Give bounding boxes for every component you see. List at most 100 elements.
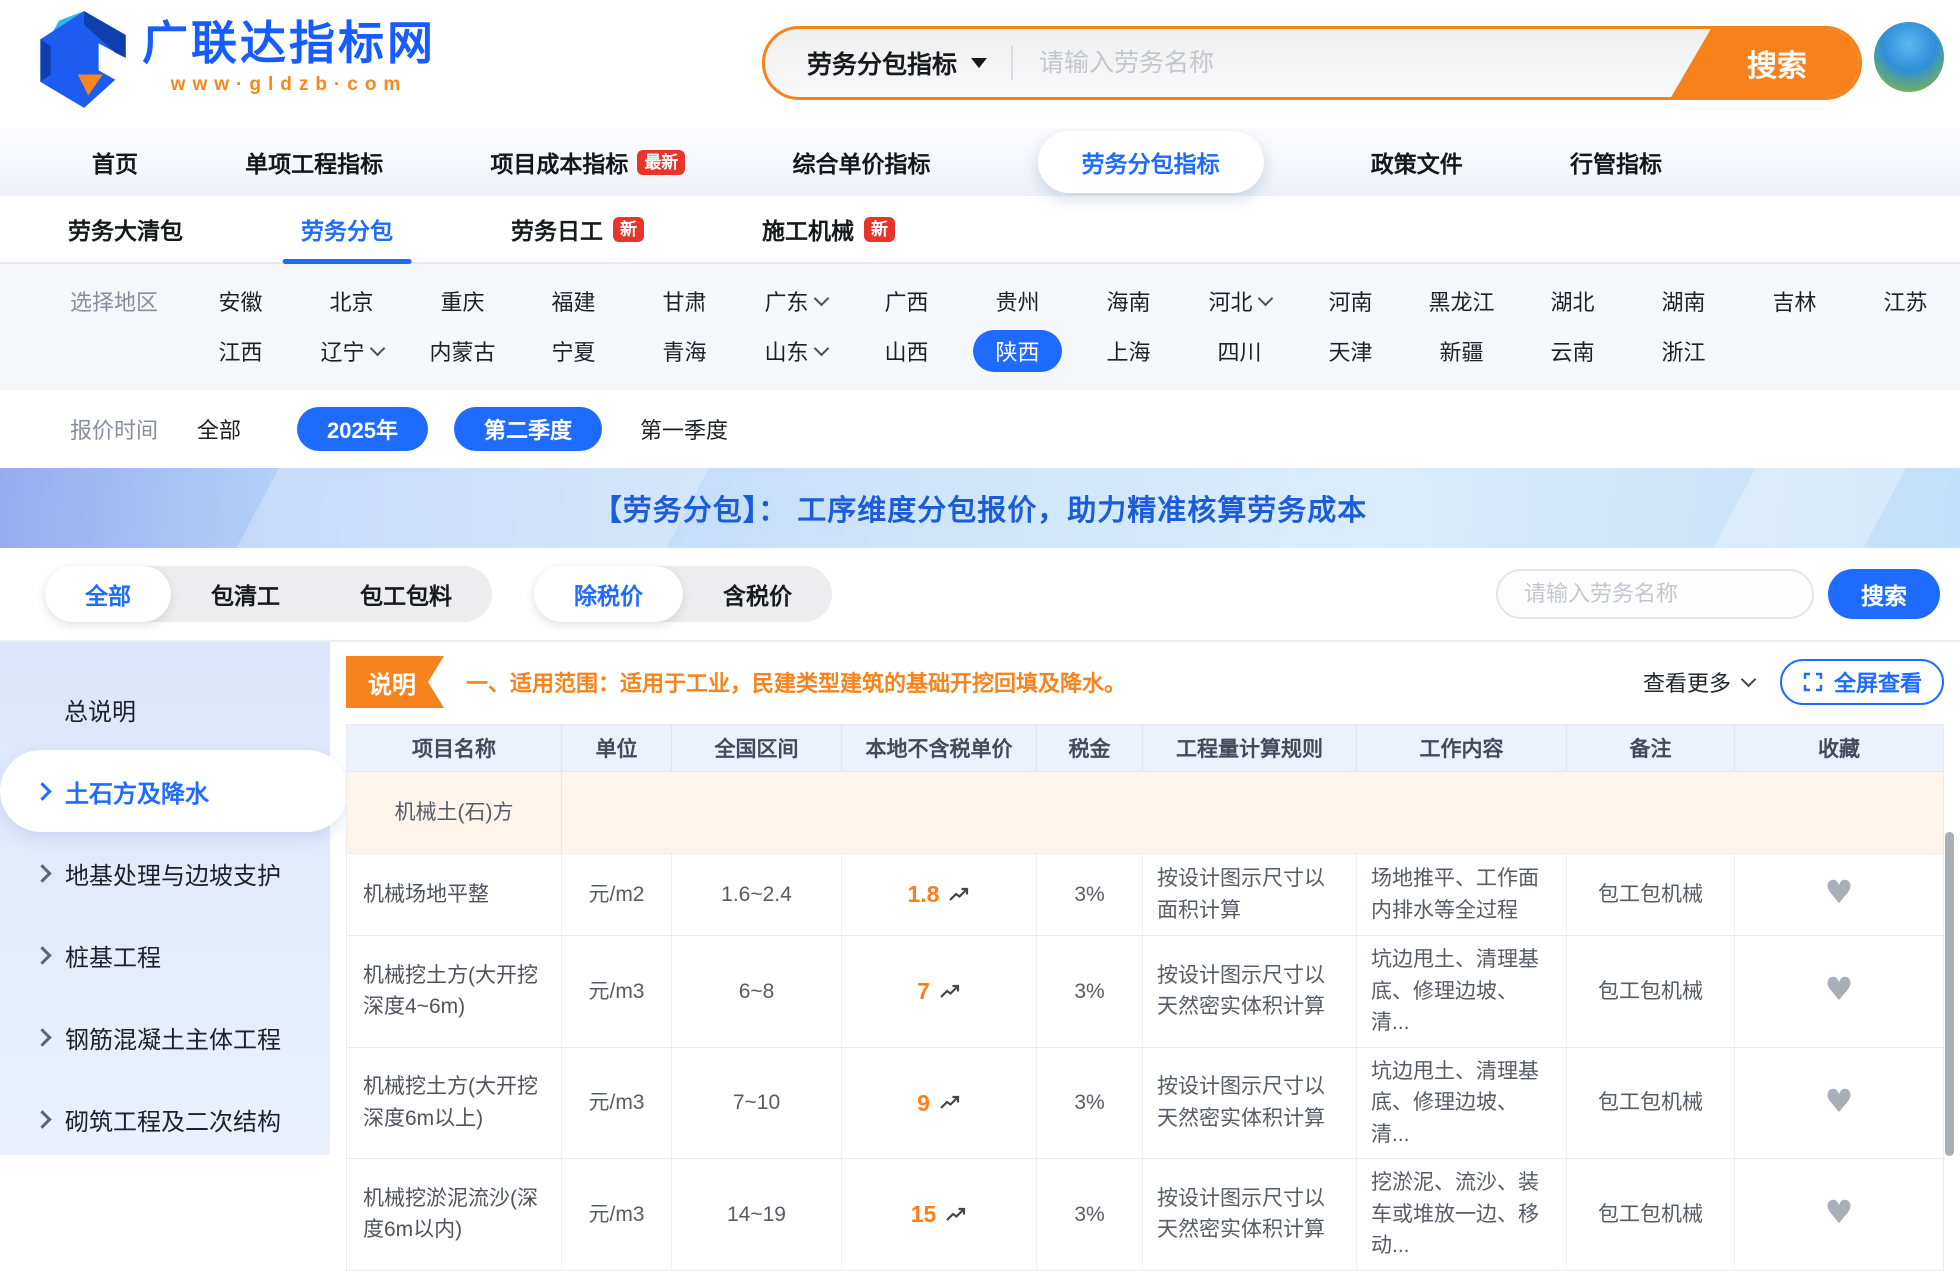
time-option[interactable]: 第二季度 [454, 407, 602, 451]
region-item[interactable]: 上海 [1073, 329, 1184, 373]
logo-text: 广联达指标网 www·gldzb·com [142, 16, 436, 96]
tax-tab[interactable]: 含税价 [683, 566, 832, 622]
favorite-icon[interactable]: ♥ [1825, 970, 1854, 1008]
sidebar-item-0[interactable]: 总说明 [0, 668, 330, 750]
cell-note: 包工包机械 [1567, 854, 1735, 936]
favorite-icon[interactable]: ♥ [1825, 1082, 1854, 1120]
region-item-label: 黑龙江 [1428, 285, 1494, 317]
region-item[interactable]: 江苏 [1850, 279, 1960, 323]
local-price: 7 [917, 974, 961, 1009]
region-item[interactable]: 广西 [851, 279, 962, 323]
region-item-label: 新疆 [1439, 335, 1483, 367]
scope-tab[interactable]: 包工包料 [320, 566, 492, 622]
nav-item-6[interactable]: 行管指标 [1570, 145, 1662, 179]
list-search-input[interactable] [1496, 569, 1814, 619]
nav-item-3[interactable]: 综合单价指标 [792, 145, 930, 179]
time-option[interactable]: 第一季度 [628, 407, 740, 451]
region-item[interactable]: 江西 [185, 329, 296, 373]
region-item-label: 北京 [329, 285, 373, 317]
region-item-label: 湖南 [1661, 285, 1705, 317]
list-search-button[interactable]: 搜索 [1828, 569, 1940, 619]
region-item[interactable]: 河北 [1184, 279, 1295, 323]
table-body: 机械土(石)方机械场地平整元/m21.6~2.41.8 3%按设计图示尺寸以面积… [347, 772, 1944, 1271]
region-item[interactable]: 重庆 [407, 279, 518, 323]
region-item[interactable]: 天津 [1295, 329, 1406, 373]
region-item[interactable]: 北京 [296, 279, 407, 323]
nav-item-2[interactable]: 项目成本指标最新 [490, 145, 685, 179]
region-item-label: 内蒙古 [429, 335, 495, 367]
region-item-label: 河北 [1208, 285, 1252, 317]
sidebar-item-label: 砌筑工程及二次结构 [65, 1102, 281, 1137]
region-item[interactable]: 山东 [740, 329, 851, 373]
subnav-item-3[interactable]: 施工机械新 [762, 196, 895, 262]
nav-item-5[interactable]: 政策文件 [1371, 145, 1463, 179]
region-item[interactable]: 湖南 [1628, 279, 1739, 323]
region-item[interactable]: 辽宁 [296, 329, 407, 373]
region-item[interactable]: 黑龙江 [1406, 279, 1517, 323]
region-item-label: 甘肃 [662, 285, 706, 317]
banner-text: 【劳务分包】： 工序维度分包报价，助力精准核算劳务成本 [593, 487, 1368, 529]
time-option[interactable]: 2025年 [297, 407, 428, 451]
sidebar-item-4[interactable]: 钢筋混凝土主体工程 [0, 996, 330, 1078]
sidebar-item-1[interactable]: 土石方及降水 [0, 750, 348, 832]
scope-tab[interactable]: 包清工 [171, 566, 320, 622]
region-item[interactable]: 河南 [1295, 279, 1406, 323]
region-item[interactable]: 浙江 [1628, 329, 1739, 373]
site-logo[interactable]: 广联达指标网 www·gldzb·com [30, 8, 436, 112]
scope-tab[interactable]: 全部 [45, 566, 171, 622]
cell-work: 坑边甩土、清理基底、修理边坡、清... [1357, 1047, 1567, 1159]
search-category-label: 劳务分包指标 [807, 45, 957, 81]
sidebar-item-5[interactable]: 砌筑工程及二次结构 [0, 1078, 330, 1160]
region-item[interactable]: 新疆 [1406, 329, 1517, 373]
region-item-label: 吉林 [1772, 285, 1816, 317]
subnav-item-0[interactable]: 劳务大清包 [68, 196, 183, 262]
region-item[interactable]: 安徽 [185, 279, 296, 323]
region-item[interactable]: 甘肃 [629, 279, 740, 323]
time-option[interactable]: 全部 [185, 407, 253, 451]
cell-fav: ♥ [1735, 854, 1944, 936]
region-item[interactable]: 青海 [629, 329, 740, 373]
fullscreen-button[interactable]: 全屏查看 [1780, 659, 1944, 705]
region-item[interactable]: 陕西 [973, 330, 1062, 372]
chevron-down-icon [813, 290, 829, 306]
region-item[interactable]: 福建 [518, 279, 629, 323]
view-more-label: 查看更多 [1643, 666, 1731, 698]
region-item[interactable]: 吉林 [1739, 279, 1850, 323]
region-item[interactable]: 湖北 [1517, 279, 1628, 323]
header-search-button[interactable]: 搜索 [1670, 27, 1860, 99]
region-item[interactable]: 山西 [851, 329, 962, 373]
region-item-label: 陕西 [995, 335, 1039, 367]
column-header: 工作内容 [1357, 725, 1567, 772]
region-item[interactable]: 云南 [1517, 329, 1628, 373]
sidebar-item-2[interactable]: 地基处理与边坡支护 [0, 832, 330, 914]
nav-item-0[interactable]: 首页 [92, 145, 138, 179]
table-row: 机械挖土方(大开挖深度6m以上)元/m37~109 3%按设计图示尺寸以天然密实… [347, 1047, 1944, 1159]
region-item[interactable]: 宁夏 [518, 329, 629, 373]
time-filter-section: 报价时间 全部2025年第二季度第一季度 [0, 390, 1960, 468]
vertical-scrollbar[interactable] [1945, 832, 1954, 1156]
user-avatar[interactable] [1874, 22, 1944, 92]
tax-tab-group: 除税价含税价 [534, 566, 832, 622]
region-filter-label: 选择地区 [0, 285, 185, 317]
tax-tab[interactable]: 除税价 [534, 566, 683, 622]
favorite-icon[interactable]: ♥ [1825, 1193, 1854, 1231]
region-item[interactable]: 内蒙古 [407, 329, 518, 373]
region-item[interactable]: 广东 [740, 279, 851, 323]
subnav-item-1[interactable]: 劳务分包 [301, 196, 393, 262]
region-item[interactable]: 四川 [1184, 329, 1295, 373]
sidebar-item-3[interactable]: 桩基工程 [0, 914, 330, 996]
nav-item-label: 政策文件 [1371, 145, 1463, 179]
group-row-title: 机械土(石)方 [347, 772, 562, 854]
fullscreen-icon [1802, 671, 1824, 693]
search-category-dropdown[interactable]: 劳务分包指标 [765, 45, 987, 81]
nav-item-4[interactable]: 劳务分包指标 [1038, 131, 1264, 193]
subnav-item-2[interactable]: 劳务日工新 [511, 196, 644, 262]
favorite-icon[interactable]: ♥ [1825, 873, 1854, 911]
view-more-button[interactable]: 查看更多 [1643, 666, 1754, 698]
region-item[interactable]: 贵州 [962, 279, 1073, 323]
column-header: 工程量计算规则 [1143, 725, 1357, 772]
nav-item-1[interactable]: 单项工程指标 [245, 145, 383, 179]
new-badge: 新 [613, 217, 644, 242]
cell-rule: 按设计图示尺寸以面积计算 [1143, 854, 1357, 936]
region-item[interactable]: 海南 [1073, 279, 1184, 323]
